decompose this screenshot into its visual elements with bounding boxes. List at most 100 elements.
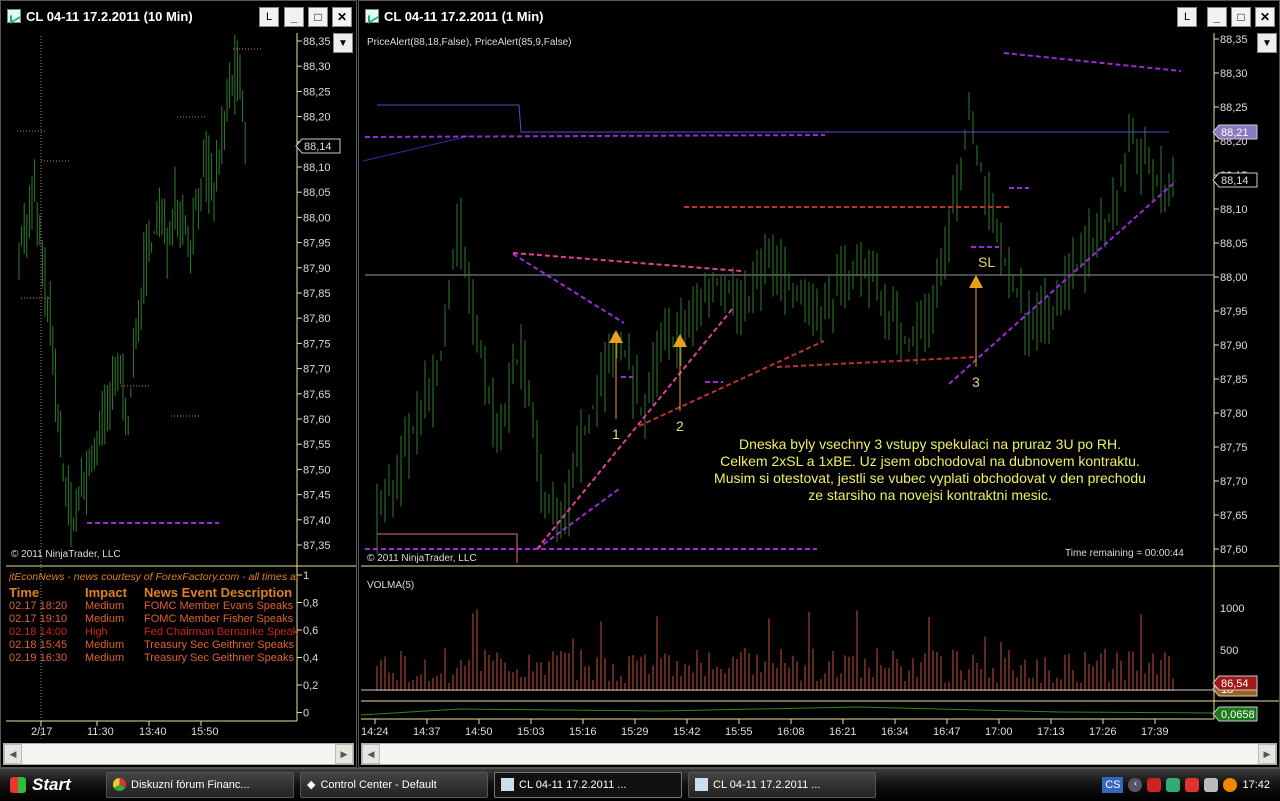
news-axis-label: 1 [303, 570, 309, 582]
task-control-center[interactable]: ◆ Control Center - Default [300, 771, 488, 798]
news-row[interactable]: 02.19 16:30 Medium Treasury Sec Geithner S… [9, 652, 297, 665]
news-event: Treasury Sec Geithner Speaks [144, 652, 294, 664]
right-scrollbar[interactable]: ◀ ▶ [361, 743, 1277, 765]
ninjatrader-icon: ◆ [307, 779, 316, 791]
language-indicator[interactable]: CS [1102, 776, 1124, 793]
col-impact: Impact [85, 585, 127, 600]
news-time: 02.18 15:45 [9, 639, 68, 651]
price-label: 87,70 [1220, 476, 1248, 488]
chart-icon [695, 778, 708, 791]
security-icon[interactable] [1204, 777, 1219, 792]
chrome-icon [113, 778, 126, 791]
note-line: ze starsiho na novejsi kontraktni mesic. [808, 487, 1052, 503]
time-label: 17:39 [1141, 726, 1169, 738]
price-label: 88,30 [1220, 68, 1248, 80]
news-event: Fed Chairman Bernanke Speaks [144, 626, 297, 638]
taskbar: Start Diskuzní fórum Financ... ◆ Control … [0, 768, 1280, 800]
price-label: 87,75 [303, 338, 331, 350]
entry-label: 1 [612, 426, 620, 442]
time-label: 16:21 [829, 726, 857, 738]
volume-axis-label: 500 [1220, 645, 1238, 657]
clock: 17:42 [1242, 778, 1270, 791]
news-time: 02.19 16:30 [9, 652, 68, 664]
price-label: 88,05 [303, 187, 331, 199]
task-browser[interactable]: Diskuzní fórum Financ... [106, 771, 294, 798]
update-icon[interactable] [1223, 777, 1238, 792]
right-chart-window: CL 04-11 17.2.2011 (1 Min) L _ □ ✕ ▼ 88,35… [358, 0, 1280, 768]
price-label: 87,70 [303, 364, 331, 376]
news-axis-label: 0 [303, 708, 309, 720]
time-label: 14:37 [413, 726, 441, 738]
news-event: Treasury Sec Geithner Speaks [144, 639, 294, 651]
price-label: 87,35 [303, 540, 331, 552]
news-row[interactable]: 02.18 15:45 Medium Treasury Sec Geithner S… [9, 639, 297, 652]
news-row[interactable]: 02.17 18:20 Medium FOMC Member Evans Speak… [9, 600, 297, 613]
col-description: News Event Description [144, 585, 293, 600]
news-axis-label: 0,6 [303, 625, 318, 637]
price-label: 87,65 [1220, 510, 1248, 522]
system-tray: CS ‹ 17:42 [1102, 769, 1280, 800]
time-label: 17:00 [985, 726, 1013, 738]
news-impact: High [85, 626, 108, 638]
news-row[interactable]: 02.18 14:00 High Fed Chairman Bernanke Spe… [9, 626, 297, 639]
note-line: Celkem 2xSL a 1xBE. Uz jsem obchodoval n… [720, 453, 1140, 469]
time-label: 14:50 [465, 726, 493, 738]
price-label: 88,05 [1220, 238, 1248, 250]
indicator-value: 0,0658 [1221, 709, 1255, 721]
time-label: 11:30 [87, 726, 114, 738]
time-label: 17:13 [1037, 726, 1065, 738]
price-label: 87,40 [303, 515, 331, 527]
time-label: 16:47 [933, 726, 961, 738]
time-label: 17:26 [1089, 726, 1117, 738]
app-icon[interactable] [1185, 777, 1200, 792]
price-label: 87,60 [1220, 544, 1248, 556]
chart-icon [501, 778, 514, 791]
news-row[interactable]: 02.17 19:10 Medium FOMC Member Fisher Spea… [9, 613, 297, 626]
antivirus-icon[interactable] [1147, 777, 1162, 792]
network-icon[interactable] [1166, 777, 1181, 792]
time-label: 15:16 [569, 726, 597, 738]
left-scrollbar[interactable]: ◀ ▶ [3, 743, 354, 765]
copyright: © 2011 NinjaTrader, LLC [367, 553, 477, 564]
price-label: 87,95 [303, 238, 331, 250]
news-impact: Medium [85, 600, 125, 612]
time-label: 15:55 [725, 726, 753, 738]
alert-price: 88,21 [1221, 127, 1249, 139]
price-label: 87,60 [303, 414, 331, 426]
windows-logo-icon [10, 776, 26, 793]
price-label: 88,25 [303, 86, 331, 98]
time-label: 15:29 [621, 726, 649, 738]
price-label: 87,80 [303, 313, 331, 325]
price-label: 87,75 [1220, 442, 1248, 454]
current-price: 88,14 [1221, 175, 1249, 187]
trend-line [948, 180, 1177, 385]
price-label: 87,90 [303, 263, 331, 275]
price-label: 88,35 [303, 36, 331, 48]
price-label: 88,10 [1220, 204, 1248, 216]
task-chart-2[interactable]: CL 04-11 17.2.2011 ... [688, 771, 876, 798]
news-impact: Medium [85, 613, 125, 625]
price-label: 88,30 [303, 61, 331, 73]
start-button[interactable]: Start [0, 769, 100, 801]
price-label: 87,55 [303, 439, 331, 451]
resistance-line [364, 134, 826, 138]
time-label: 15:03 [517, 726, 545, 738]
price-label: 88,25 [1220, 102, 1248, 114]
news-time: 02.18 14:00 [9, 626, 68, 638]
volume-label: VOLMA(5) [367, 580, 415, 591]
indicator-label: PriceAlert(88,18,False), PriceAlert(85,9… [367, 37, 572, 48]
time-label: 14:24 [361, 726, 389, 738]
time-label: 15:50 [191, 726, 219, 738]
note-line: Dneska byly vsechny 3 vstupy spekulaci n… [738, 436, 1122, 452]
task-chart-1[interactable]: CL 04-11 17.2.2011 ... [494, 771, 682, 798]
time-label: 15:42 [673, 726, 701, 738]
news-event: FOMC Member Evans Speaks [144, 600, 294, 612]
news-time: 02.17 19:10 [9, 613, 68, 625]
right-price-chart[interactable]: 88,3588,3088,2588,2088,1588,1088,0588,00… [359, 1, 1280, 769]
price-label: 88,20 [303, 112, 331, 124]
trend-line [512, 253, 625, 324]
current-price: 88,14 [304, 141, 332, 153]
news-source: jtEconNews - news courtesy of ForexFacto… [9, 571, 297, 583]
chevron-left-icon[interactable]: ‹ [1128, 777, 1143, 792]
col-time: Time [9, 585, 40, 600]
